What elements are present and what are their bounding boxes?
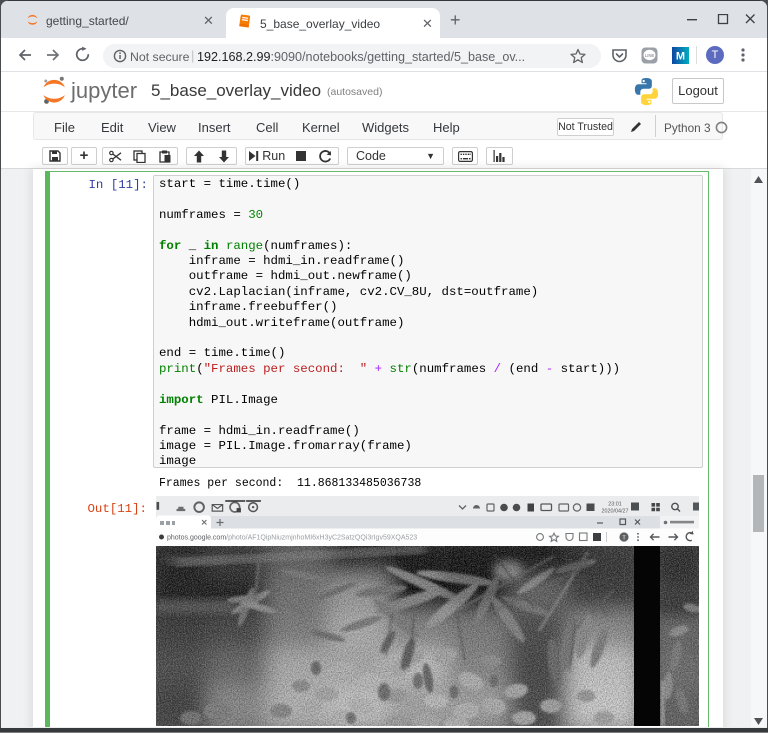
svg-text:23:01: 23:01: [608, 502, 622, 508]
svg-text:M: M: [676, 51, 685, 63]
svg-text:LINE: LINE: [645, 53, 655, 58]
svg-text:photos.google.com/photo/AF1Qip: photos.google.com/photo/AF1QipNiuzmjnhoM…: [167, 535, 417, 542]
svg-text:2020/04/27: 2020/04/27: [602, 509, 629, 515]
